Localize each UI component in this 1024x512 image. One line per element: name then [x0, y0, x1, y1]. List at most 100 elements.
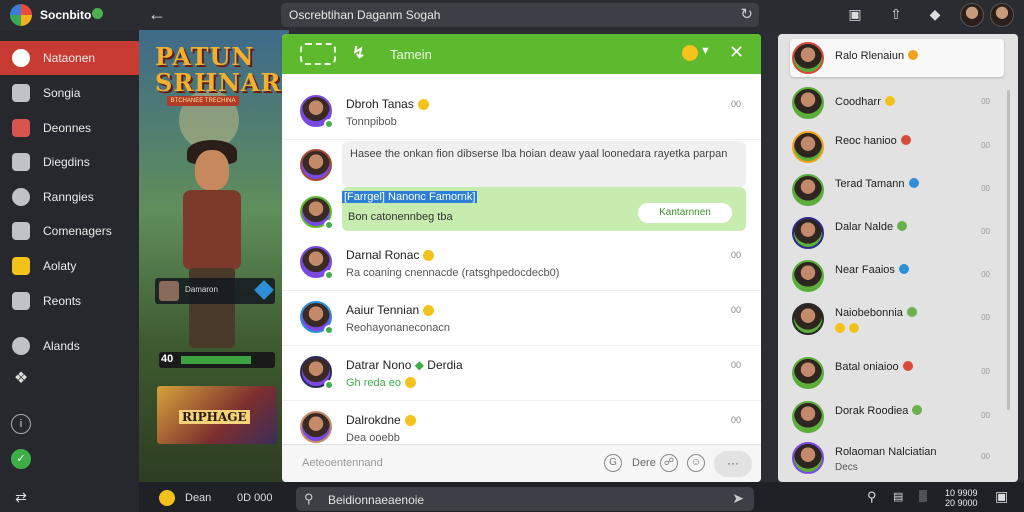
contact-item[interactable]: Dorak Roodiea 00 [778, 395, 1008, 439]
address-search-bar[interactable]: Oscrebtihan Daganm Sogah ↻ [281, 3, 759, 27]
emoji-picker-icon[interactable]: ☺ [687, 454, 705, 472]
group-logo-icon [300, 43, 336, 65]
sidebar-item-label: Songia [43, 86, 81, 100]
message-time: 00 [730, 99, 741, 109]
composer-label: Dere [632, 457, 656, 469]
gif-icon[interactable]: G [604, 454, 622, 472]
home-icon [12, 84, 30, 102]
message-preview: Reohayonaneconacn [346, 322, 450, 334]
window-icon[interactable]: ▤ [893, 490, 903, 503]
sidebar-item-diegdins[interactable]: Diegdins [0, 145, 139, 179]
puzzle-icon[interactable]: ❖ [11, 370, 31, 390]
contact-top-card[interactable]: Ralo Rlenaiun [790, 39, 1004, 77]
more-options-button[interactable]: ··· [714, 451, 752, 477]
message-sender: Dbroh Tanas [346, 97, 429, 111]
health-bar: 40 [159, 352, 275, 368]
avatar [792, 303, 824, 335]
player-card[interactable]: Damaron [155, 278, 275, 304]
sidebar-item-comenagers[interactable]: Comenagers [0, 214, 139, 248]
contact-item[interactable]: Terad Tamann 00 [778, 168, 1008, 212]
contact-item[interactable]: Ralo Rlenaiun [778, 36, 1008, 80]
message-action-button[interactable]: Kantarnnen [638, 203, 732, 223]
message-bubble: Hasee the onkan fion dibserse lba hoian … [342, 141, 746, 187]
sidebar-item-songia[interactable]: Songia [0, 76, 139, 110]
chat-message-row[interactable]: Darnal Ronac Ra coaning cnennacde (ratsg… [282, 237, 761, 291]
info-icon[interactable]: i [11, 414, 31, 434]
chart-icon [12, 292, 30, 310]
chat-message-row[interactable]: Dbroh Tanas Tonnpibob 00 [282, 86, 761, 140]
level-thumbnail[interactable]: RIPHAGE [157, 386, 277, 444]
message-composer[interactable]: Aeteoentennand G Dere ☍ ☺ ··· [282, 444, 761, 482]
contact-time: 00 [981, 313, 990, 322]
sidebar-item-ranngies[interactable]: Ranngies [0, 180, 139, 214]
clock-time: 10 9909 [945, 488, 978, 498]
close-icon[interactable]: ✕ [729, 42, 744, 63]
avatar [300, 149, 332, 181]
search-icon: ⚲ [304, 491, 314, 506]
contact-item[interactable]: Rolaoman Nalciatian Decs 00 [778, 436, 1008, 480]
smile-icon [423, 250, 435, 261]
activity-icon [12, 257, 30, 275]
contact-item[interactable]: Dalar Nalde 00 [778, 211, 1008, 255]
search-icon[interactable]: ⚲ [867, 489, 877, 505]
upload-icon[interactable]: ⇧ [886, 4, 906, 24]
screenshot-icon[interactable]: ▣ [845, 4, 865, 24]
contact-name: Coodharr [835, 96, 895, 108]
avatar [792, 442, 824, 474]
check-icon[interactable]: ✓ [11, 449, 31, 469]
bottom-search-bar[interactable]: ⚲ Beidionnaeaenoie ➤ [296, 487, 754, 511]
highlighted-message[interactable]: [Farrgel] Nanonc Famornk] Bon catonennbe… [342, 187, 746, 231]
chat-header: ↯ Tamein ▼ ✕ [282, 34, 761, 74]
sidebar-item-alands[interactable]: Alands [0, 329, 139, 363]
chevron-down-icon[interactable]: ▼ [700, 45, 711, 57]
avatar [792, 174, 824, 206]
message-time: 00 [730, 360, 741, 370]
sidebar-item-label: Comenagers [43, 224, 112, 238]
status-icon [912, 405, 923, 415]
sidebar-item-reonts[interactable]: Reonts [0, 284, 139, 318]
message-sender: Aaiur Tennian [346, 303, 435, 317]
sidebar-item-label: Alands [43, 339, 80, 353]
tag-icon[interactable]: ◆ [925, 4, 945, 24]
refresh-icon[interactable]: ↻ [740, 5, 753, 23]
online-indicator [324, 119, 334, 129]
contact-name: Rolaoman Nalciatian [835, 446, 937, 458]
contact-item[interactable]: Coodharr 00 [778, 81, 1008, 125]
contact-emoji-row [835, 323, 859, 335]
friend-avatar[interactable] [960, 3, 984, 27]
attach-icon[interactable]: ☍ [660, 454, 678, 472]
level-title: RIPHAGE [179, 410, 250, 424]
contact-item[interactable]: Naiobebonnia 00 [778, 297, 1008, 341]
smile-icon [423, 305, 435, 316]
call-icon[interactable]: ↯ [352, 43, 365, 63]
tools-icon [12, 153, 30, 171]
contact-item[interactable]: Near Faaios 00 [778, 254, 1008, 298]
game-banner[interactable]: PATUN SRHNAR BTCHANEE TRECHINA Damaron 4… [139, 30, 289, 482]
chat-message-row[interactable]: Aaiur Tennian Reohayonaneconacn 00 [282, 292, 761, 346]
avatar [792, 260, 824, 292]
sidebar-item-nataonen[interactable]: Nataonen [0, 41, 139, 75]
chat-message-row[interactable]: Datrar Nono ◆ Derdia Gh reda eo 00 [282, 347, 761, 401]
game-title-line1: PATUN [155, 42, 255, 71]
contact-item[interactable]: Reoc hanioo 00 [778, 125, 1008, 169]
sidebar-item-aolaty[interactable]: Aolaty [0, 249, 139, 283]
emoji-icon[interactable] [682, 45, 698, 61]
contact-item[interactable]: Batal oniaioo 00 [778, 351, 1008, 395]
sidebar-item-deonnes[interactable]: Deonnes [0, 111, 139, 145]
avatar [300, 411, 332, 443]
user-avatar[interactable] [990, 3, 1014, 27]
contact-time: 00 [981, 227, 990, 236]
hero-body [183, 190, 241, 270]
smile-icon [417, 99, 429, 110]
logout-icon[interactable]: ⇄ [11, 488, 31, 508]
contacts-panel: Ralo Rlenaiun Coodharr 00 Reoc hanioo 00… [778, 34, 1018, 482]
health-fill [181, 356, 251, 364]
send-icon[interactable]: ➤ [732, 490, 744, 507]
sidebar-item-label: Nataonen [43, 51, 96, 65]
network-icon[interactable]: ▒ [919, 490, 927, 502]
status-icon [908, 178, 919, 188]
sidebar-item-label: Ranngies [43, 190, 94, 204]
notification-icon[interactable]: ▣ [995, 488, 1008, 505]
avatar [792, 42, 824, 74]
back-arrow-icon[interactable]: ← [146, 3, 168, 25]
